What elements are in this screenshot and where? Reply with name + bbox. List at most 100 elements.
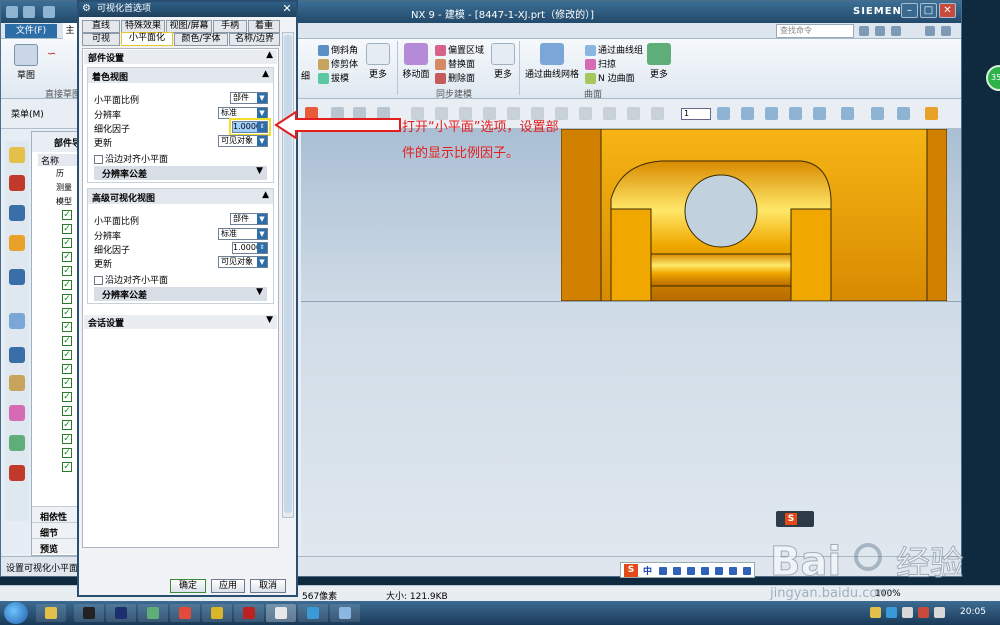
start-button[interactable]: [4, 602, 28, 624]
feature-checkbox[interactable]: ✓: [62, 336, 72, 346]
tool-icon[interactable]: [729, 567, 737, 575]
update-select[interactable]: 可见对象 ▼: [218, 135, 268, 147]
session-settings-header[interactable]: 会话设置 ▼: [84, 315, 277, 329]
search-icon[interactable]: [859, 26, 869, 36]
feature-checkbox[interactable]: ✓: [62, 392, 72, 402]
notification-badge[interactable]: 35: [986, 65, 1000, 91]
punct-icon[interactable]: [673, 567, 681, 575]
clock-icon[interactable]: [9, 347, 25, 363]
feature-checkbox[interactable]: ✓: [62, 210, 72, 220]
fit-icon[interactable]: [875, 26, 885, 36]
rotate-icon[interactable]: [765, 107, 778, 120]
feature-checkbox[interactable]: ✓: [62, 448, 72, 458]
more-features-button[interactable]: 更多: [365, 43, 391, 80]
process-studio-icon[interactable]: [9, 405, 25, 421]
close-icon[interactable]: ✕: [281, 3, 293, 15]
layer-select[interactable]: 1: [681, 108, 711, 120]
part-navigator-icon[interactable]: [9, 205, 25, 221]
column-header-name[interactable]: 名称: [38, 154, 78, 167]
advanced-view-header[interactable]: 高级可视化视图 ▲: [88, 189, 273, 204]
ok-button[interactable]: 确定: [170, 579, 206, 593]
cancel-button[interactable]: 取消: [250, 579, 286, 593]
spinner-icon[interactable]: ⇕: [257, 122, 267, 132]
taskbar-app[interactable]: [234, 604, 264, 622]
delete-face-button[interactable]: 删除面: [435, 71, 475, 84]
line-icon[interactable]: ∽: [47, 47, 56, 60]
taskbar-app[interactable]: [138, 604, 168, 622]
part-settings-header[interactable]: 部件设置 ▲: [84, 50, 277, 64]
tray-icon[interactable]: [886, 607, 897, 618]
tray-icon[interactable]: [902, 607, 913, 618]
curve-mesh-button[interactable]: 通过曲线网格: [525, 43, 579, 80]
tab-line[interactable]: 直线: [82, 20, 120, 33]
tray-icon[interactable]: [870, 607, 881, 618]
reuse-library-icon[interactable]: [9, 235, 25, 251]
ribbon-item-detail[interactable]: 细: [301, 69, 310, 82]
tab-visual[interactable]: 可视: [82, 33, 120, 46]
feature-checkbox[interactable]: ✓: [62, 266, 72, 276]
assembly-navigator-icon[interactable]: [9, 147, 25, 163]
ime-language[interactable]: 中: [643, 564, 652, 577]
taskbar-app[interactable]: [298, 604, 328, 622]
offset-region-button[interactable]: 偏置区域: [435, 43, 484, 56]
resolution-select[interactable]: 标准 ▼: [218, 107, 268, 119]
refine-factor-input[interactable]: 1.0000 ⇕: [232, 242, 268, 254]
feature-checkbox[interactable]: ✓: [62, 420, 72, 430]
resolution-select[interactable]: 标准 ▼: [218, 228, 268, 240]
tree-item-history[interactable]: 历: [56, 168, 64, 179]
update-select[interactable]: 可见对象 ▼: [218, 256, 268, 268]
feature-checkbox[interactable]: ✓: [62, 238, 72, 248]
point-icon[interactable]: [651, 107, 664, 120]
feature-checkbox[interactable]: ✓: [62, 434, 72, 444]
moon-icon[interactable]: [659, 567, 667, 575]
spinner-icon[interactable]: ⇕: [257, 243, 267, 253]
close-doc-icon[interactable]: [941, 26, 951, 36]
feature-checkbox[interactable]: ✓: [62, 350, 72, 360]
tray-icon[interactable]: [918, 607, 929, 618]
close-button[interactable]: ✕: [939, 3, 956, 18]
system-materials-icon[interactable]: [9, 375, 25, 391]
roles-icon[interactable]: [9, 435, 25, 451]
command-search-input[interactable]: 查找命令: [776, 24, 854, 38]
feature-checkbox[interactable]: ✓: [62, 308, 72, 318]
minimize-button[interactable]: –: [901, 3, 918, 18]
constraint-navigator-icon[interactable]: [9, 175, 25, 191]
replace-face-button[interactable]: 替换面: [435, 57, 475, 70]
taskbar-app[interactable]: [330, 604, 360, 622]
menu-icon[interactable]: [743, 567, 751, 575]
save-icon[interactable]: [23, 6, 35, 18]
more-sync-button[interactable]: 更多: [491, 43, 515, 80]
restore-icon[interactable]: [925, 26, 935, 36]
system-scenes-icon[interactable]: [9, 465, 25, 481]
menu-button[interactable]: 菜单(M): [11, 107, 44, 120]
taskbar-clock[interactable]: 20:05: [960, 607, 986, 617]
draft-button[interactable]: 拔模: [318, 71, 349, 84]
more-surface-button[interactable]: 更多: [647, 43, 671, 80]
sketch-button[interactable]: 草图: [11, 44, 41, 81]
undo-icon[interactable]: [43, 6, 55, 18]
feature-checkbox[interactable]: ✓: [62, 224, 72, 234]
skin-icon[interactable]: [715, 567, 723, 575]
pan-icon[interactable]: [789, 107, 802, 120]
taskbar-app-chrome[interactable]: [170, 604, 200, 622]
tab-names-borders[interactable]: 名称/边界: [229, 33, 280, 46]
sweep-button[interactable]: 扫掠: [585, 57, 616, 70]
keyboard-icon[interactable]: [701, 567, 709, 575]
taskbar-app-explorer[interactable]: [36, 604, 66, 622]
align-edges-checkbox[interactable]: 沿边对齐小平面: [94, 152, 168, 165]
move-face-button[interactable]: 移动面: [401, 43, 431, 80]
details-pane[interactable]: 细节: [32, 522, 78, 539]
measure-icon[interactable]: [925, 107, 938, 120]
feature-checkbox[interactable]: ✓: [62, 378, 72, 388]
chamfer-button[interactable]: 倒斜角: [318, 43, 358, 56]
web-browser-icon[interactable]: [9, 269, 25, 285]
feature-checkbox[interactable]: ✓: [62, 364, 72, 374]
apply-button[interactable]: 应用: [211, 579, 245, 593]
scrollbar-thumb[interactable]: [284, 35, 292, 513]
gear-icon[interactable]: ⚙: [82, 4, 92, 14]
display-icon[interactable]: [871, 107, 884, 120]
facet-ratio-select[interactable]: 部件 ▼: [230, 213, 268, 225]
feature-checkbox[interactable]: ✓: [62, 252, 72, 262]
dialog-scrollbar[interactable]: [282, 32, 294, 518]
display-icon[interactable]: [897, 107, 910, 120]
